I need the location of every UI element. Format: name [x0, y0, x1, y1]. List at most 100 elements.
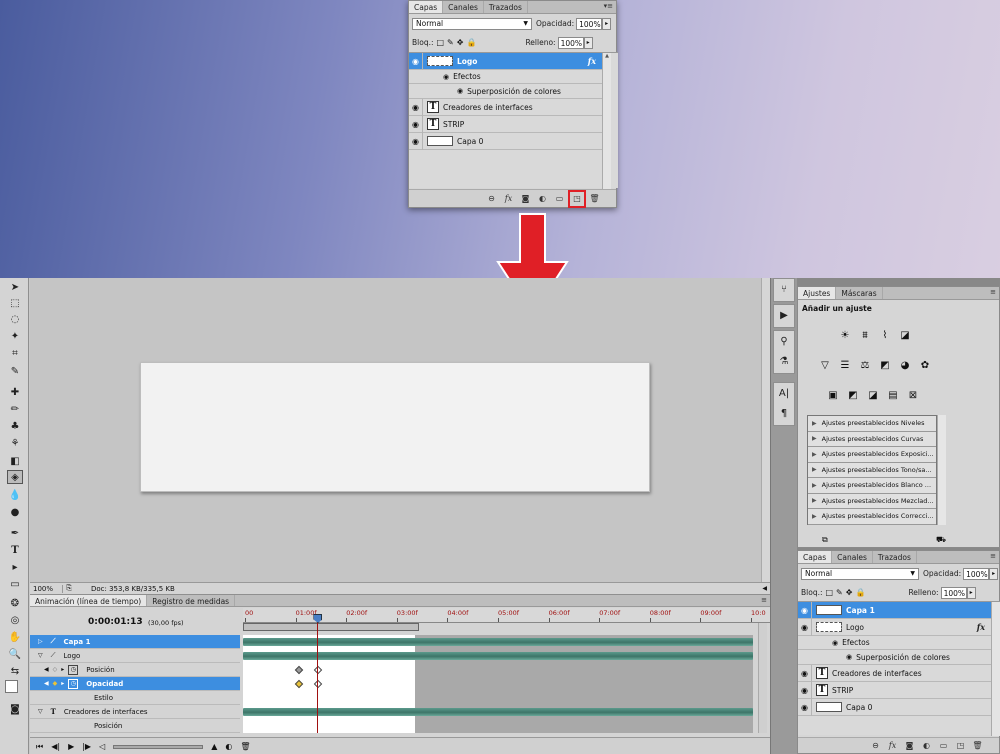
zoom-slider[interactable] — [113, 744, 204, 749]
eye-icon[interactable]: ◉ — [457, 87, 463, 95]
panel-menu-icon[interactable]: ≡ — [761, 596, 767, 604]
next-frame-icon[interactable]: |▶ — [82, 742, 91, 751]
scroll-up-icon[interactable]: ▲ — [603, 53, 611, 59]
layer-row-effects[interactable]: ◉ Efectos — [409, 70, 602, 84]
fill-slider-button[interactable]: ▸ — [583, 36, 593, 49]
timeline-row-capa1[interactable]: ▷ ⟋ Capa 1 — [30, 635, 240, 649]
selective-color-icon[interactable]: ⊠ — [906, 388, 920, 402]
tab-capas[interactable]: Capas — [409, 1, 444, 13]
channel-mixer-icon[interactable]: ✿ — [918, 358, 932, 372]
stopwatch-icon[interactable]: ◷ — [68, 678, 79, 689]
eye-icon[interactable]: ◉ — [798, 664, 812, 682]
character-icon[interactable]: A| — [774, 383, 794, 403]
pen-tool-icon[interactable]: ✒ — [7, 526, 23, 540]
panel-menu-icon[interactable]: ▾≡ — [604, 2, 613, 10]
tab-capas[interactable]: Capas — [798, 551, 833, 563]
eyedropper-icon[interactable]: ✎ — [7, 364, 23, 378]
photo-filter-icon[interactable]: ◕ — [898, 358, 912, 372]
clone-source-icon[interactable]: ⚗ — [774, 351, 794, 371]
vibrance-icon[interactable]: ▽ — [818, 358, 832, 372]
black-white-icon[interactable]: ◩ — [878, 358, 892, 372]
move-tool-icon[interactable]: ➤ — [7, 280, 23, 294]
3d-rotate-icon[interactable]: ❂ — [7, 596, 23, 610]
layer-row-strip[interactable]: ◉ T STRIP — [409, 115, 602, 133]
work-area-bar[interactable] — [243, 623, 419, 631]
adjustment-layer-icon[interactable]: ◐ — [537, 193, 548, 204]
timeline-scrollbar[interactable] — [758, 623, 767, 733]
canvas-scrollbar[interactable] — [761, 278, 770, 582]
layer-row-strip[interactable]: ◉ T STRIP — [798, 681, 991, 699]
track-bar-capa1[interactable] — [243, 638, 753, 646]
eye-icon[interactable]: ◉ — [798, 681, 812, 699]
fx-menu-icon[interactable]: fx — [503, 193, 514, 204]
timeline-row-estilo[interactable]: Estilo — [30, 691, 240, 705]
quick-mask-icon[interactable]: ◙ — [7, 702, 23, 716]
tab-mascaras[interactable]: Máscaras — [836, 287, 883, 299]
foreground-color-swatch[interactable] — [5, 680, 18, 693]
tab-animacion[interactable]: Animación (línea de tiempo) — [30, 595, 148, 606]
paragraph-icon[interactable]: ¶ — [774, 403, 794, 423]
magic-wand-icon[interactable]: ✦ — [7, 329, 23, 343]
type-tool-icon[interactable]: T — [7, 543, 23, 557]
current-time[interactable]: 0:00:01:13 — [88, 617, 143, 627]
lasso-tool-icon[interactable]: ◌ — [7, 312, 23, 326]
delete-keyframe-icon[interactable]: 🗑 — [240, 742, 250, 751]
expand-icon[interactable]: ▷ — [38, 638, 43, 645]
fx-icon[interactable]: fx — [977, 622, 985, 632]
collapse-icon[interactable]: ▽ — [38, 708, 43, 715]
keyframe-icon[interactable]: ◆ — [53, 680, 58, 687]
opacity-input[interactable]: 100% — [963, 567, 990, 580]
clone-stamp-icon[interactable]: ♣ — [7, 419, 23, 433]
3d-camera-icon[interactable]: ◎ — [7, 613, 23, 627]
fill-input[interactable]: 100% — [557, 36, 584, 49]
history-brush-icon[interactable]: ⚘ — [7, 436, 23, 450]
opacity-slider-button[interactable]: ▸ — [989, 567, 999, 580]
layer-row-capa-1[interactable]: ◉ Capa 1 — [798, 601, 991, 619]
track-bar-logo[interactable] — [243, 652, 753, 660]
scroll-left-icon[interactable]: ◀ — [762, 585, 767, 592]
shape-tool-icon[interactable]: ▭ — [7, 577, 23, 591]
opacity-slider-button[interactable]: ▸ — [602, 17, 612, 30]
tab-trazados[interactable]: Trazados — [484, 1, 528, 13]
next-keyframe-icon[interactable]: ▸ — [61, 666, 64, 673]
presets-scrollbar[interactable] — [937, 415, 946, 525]
link-icon[interactable]: ⊖ — [486, 193, 497, 204]
preset-item[interactable]: ▶ Ajustes preestablecidos Curvas — [808, 432, 936, 447]
folder-icon[interactable]: ▭ — [554, 193, 565, 204]
prev-frame-icon[interactable]: ◀| — [51, 742, 60, 751]
layer-row-effects[interactable]: ◉ Efectos — [798, 636, 991, 650]
zoom-in-icon[interactable]: ▲ — [211, 742, 217, 751]
blend-mode-select[interactable]: Normal ▼ — [412, 17, 532, 30]
brush-tool-icon[interactable]: ✏ — [7, 402, 23, 416]
panel-menu-icon[interactable]: ≡ — [990, 552, 996, 560]
blend-mode-select[interactable]: Normal ▼ — [801, 567, 919, 580]
prev-keyframe-icon[interactable]: ◀ — [44, 666, 49, 673]
layer-row-creadores[interactable]: ◉ T Creadores de interfaces — [409, 98, 602, 116]
color-balance-icon[interactable]: ⚖ — [858, 358, 872, 372]
timeline-row-creadores[interactable]: ▽ T Creadores de interfaces — [30, 705, 240, 719]
exposure-icon[interactable]: ◪ — [898, 328, 912, 342]
gradient-map-icon[interactable]: ▤ — [886, 388, 900, 402]
eye-icon[interactable]: ◉ — [443, 73, 449, 81]
layer-row-color-overlay[interactable]: ◉ Superposición de colores — [798, 650, 991, 665]
zoom-tool-icon[interactable]: 🔍 — [7, 647, 23, 661]
onion-skin-icon[interactable]: ◐ — [225, 742, 232, 751]
marquee-tool-icon[interactable]: ⬚ — [7, 296, 23, 310]
brightness-icon[interactable]: ☀ — [838, 328, 852, 342]
prev-keyframe-icon[interactable]: ◀ — [44, 680, 49, 687]
eye-icon[interactable]: ◉ — [846, 653, 852, 661]
layer-row-logo[interactable]: ◉ Logo fx — [409, 52, 602, 70]
new-layer-icon[interactable]: ◳ — [568, 189, 586, 208]
layers-scrollbar[interactable]: ▲ — [602, 53, 611, 189]
posterize-icon[interactable]: ◩ — [846, 388, 860, 402]
eye-icon[interactable]: ◉ — [832, 639, 838, 647]
eye-icon[interactable]: ◉ — [409, 115, 423, 133]
healing-brush-icon[interactable]: ✚ — [7, 385, 23, 399]
invert-icon[interactable]: ▣ — [826, 388, 840, 402]
trash-icon[interactable]: 🗑 — [589, 193, 600, 204]
eye-icon[interactable]: ◉ — [798, 698, 812, 716]
preset-item[interactable]: ▶ Ajustes preestablecidos Tono/sa... — [808, 463, 936, 478]
timeline-row-posicion[interactable]: ◀ ◇ ▸ ◷ Posición — [30, 663, 240, 677]
playhead-line[interactable] — [313, 614, 323, 733]
play-icon[interactable]: ▶ — [68, 742, 74, 751]
